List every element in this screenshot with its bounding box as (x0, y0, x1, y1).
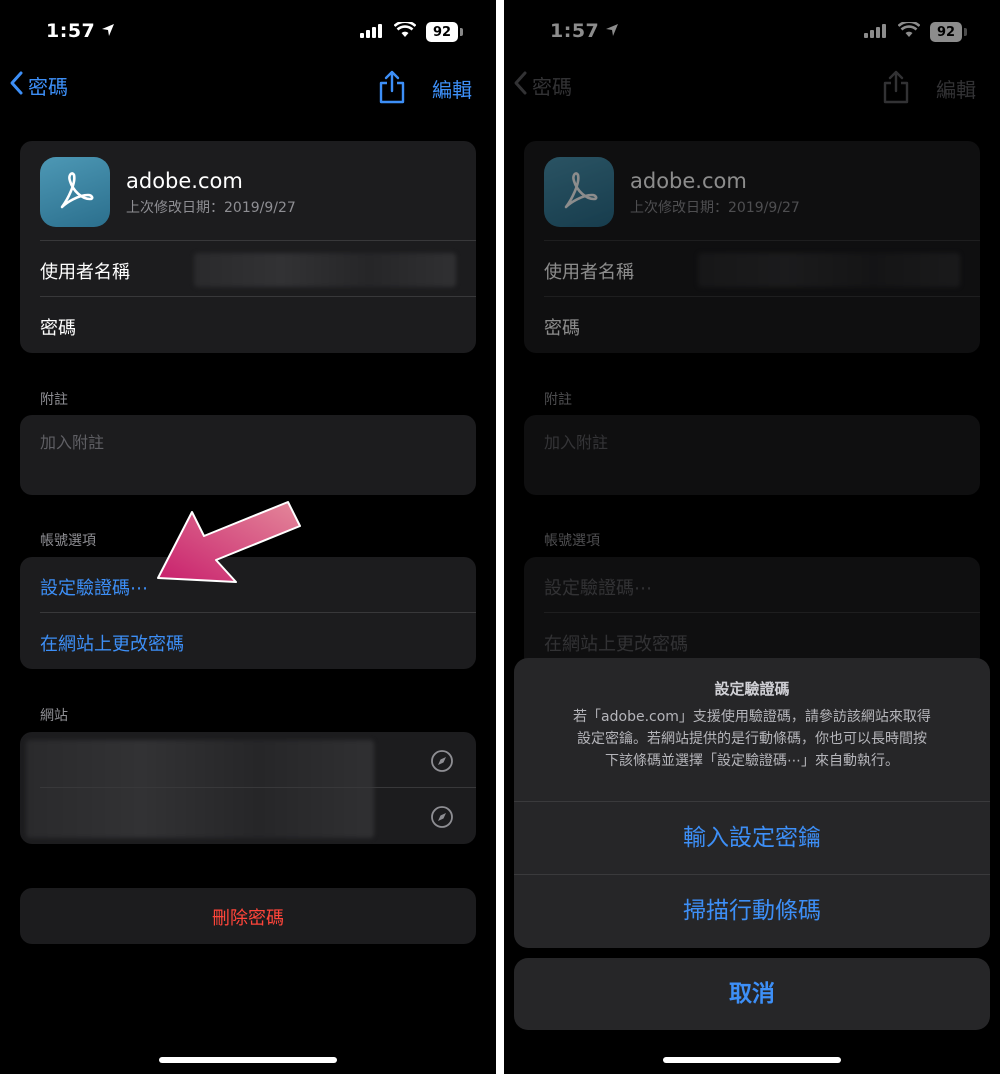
message-line: 下該條碼並選擇「設定驗證碼⋯」來自動執行。 (605, 753, 899, 769)
divider (40, 612, 476, 613)
notes-field[interactable]: 加入附註 (20, 415, 476, 495)
right-screen: 1:57 92 密碼 編輯 adobe.com 上次修改日期：2019/9/27 (504, 0, 1000, 1074)
delete-password-label: 刪除密碼 (212, 908, 284, 929)
divider (40, 240, 476, 241)
action-sheet: 設定驗證碼 若「adobe.com」支援使用驗證碼，請參訪該網站來取得 設定密鑰… (514, 658, 990, 948)
status-indicators: 92 (360, 20, 463, 42)
share-icon (378, 70, 406, 108)
setup-verification-code-button[interactable]: 設定驗證碼⋯ (40, 574, 148, 600)
account-options-label: 帳號選項 (40, 533, 96, 549)
compass-icon[interactable] (430, 805, 454, 833)
divider (40, 296, 476, 297)
back-label: 密碼 (28, 75, 68, 99)
chevron-left-icon (8, 70, 24, 101)
battery-tip (460, 28, 463, 36)
change-password-on-site-button[interactable]: 在網站上更改密碼 (40, 630, 184, 656)
websites-card (20, 732, 476, 844)
home-indicator[interactable] (159, 1057, 337, 1063)
websites-section-label: 網站 (40, 708, 68, 724)
left-screen: 1:57 92 密碼 編輯 adobe.com 上次修改日期：2019/9/27 (0, 0, 496, 1074)
annotation-arrow (150, 496, 308, 602)
wifi-icon (393, 20, 417, 42)
site-name: adobe.com (126, 169, 243, 193)
cancel-label: 取消 (729, 981, 775, 1007)
website-urls-blurred (26, 740, 374, 838)
message-line: 設定密鑰。若網站提供的是行動條碼，你也可以長時間按 (577, 731, 927, 747)
signal-icon (360, 23, 384, 42)
adobe-app-icon (40, 157, 110, 227)
username-label[interactable]: 使用者名稱 (40, 258, 130, 284)
notes-placeholder: 加入附註 (40, 433, 105, 452)
battery-indicator: 92 (426, 22, 458, 42)
back-button[interactable]: 密碼 (8, 70, 68, 101)
divider (40, 787, 476, 788)
username-value-blurred[interactable] (194, 253, 456, 287)
share-button[interactable] (378, 70, 406, 108)
delete-password-button[interactable]: 刪除密碼 (20, 888, 476, 944)
notes-section-label: 附註 (40, 392, 68, 408)
enter-setup-key-button[interactable]: 輸入設定密鑰 (514, 802, 990, 874)
compass-icon[interactable] (430, 749, 454, 777)
edit-button[interactable]: 編輯 (432, 74, 472, 103)
credential-card: adobe.com 上次修改日期：2019/9/27 使用者名稱 密碼 (20, 141, 476, 353)
last-modified: 上次修改日期：2019/9/27 (126, 200, 296, 216)
scan-qr-code-button[interactable]: 掃描行動條碼 (514, 875, 990, 947)
cancel-button[interactable]: 取消 (514, 958, 990, 1030)
location-arrow-icon (101, 20, 115, 42)
action-sheet-title: 設定驗證碼 (714, 680, 790, 698)
status-time: 1:57 (46, 20, 115, 42)
action-sheet-message: 若「adobe.com」支援使用驗證碼，請參訪該網站來取得 設定密鑰。若網站提供… (514, 706, 990, 772)
password-label[interactable]: 密碼 (40, 314, 76, 340)
message-line: 若「adobe.com」支援使用驗證碼，請參訪該網站來取得 (573, 709, 931, 725)
home-indicator[interactable] (663, 1057, 841, 1063)
